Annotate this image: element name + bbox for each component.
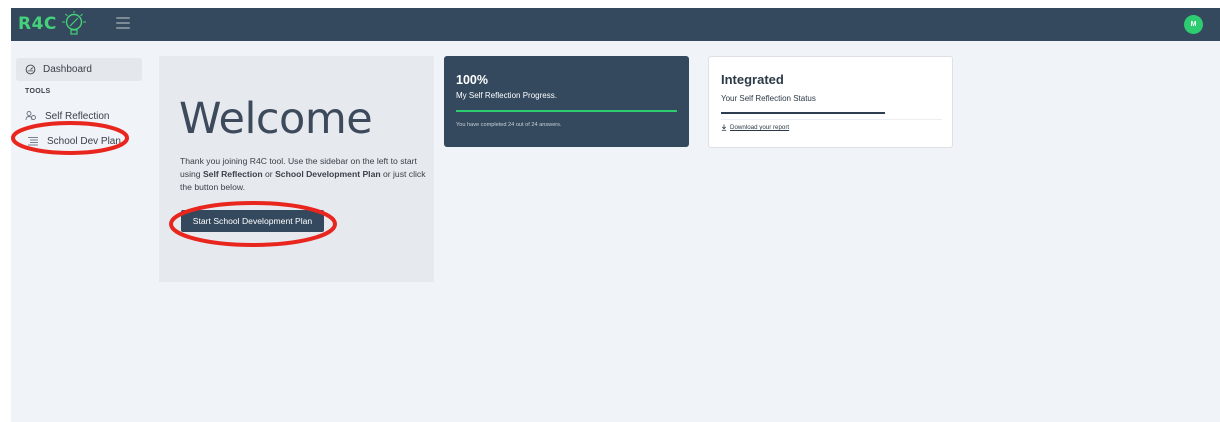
progress-subtitle: My Self Reflection Progress. <box>456 91 557 100</box>
sidebar-item-school-dev-plan[interactable]: School Dev Plan <box>27 133 121 149</box>
user-avatar[interactable]: M <box>1184 15 1203 34</box>
hamburger-menu-icon[interactable] <box>116 17 130 31</box>
school-development-plan-emphasis: School Development Plan <box>275 169 381 179</box>
self-reflection-emphasis: Self Reflection <box>202 169 263 179</box>
sidebar-item-self-reflection[interactable]: Self Reflection <box>25 108 109 124</box>
divider <box>721 119 942 120</box>
download-report-label: Download your report <box>730 124 790 131</box>
top-navbar: R4C M <box>11 8 1220 41</box>
progress-bar-fill <box>456 110 677 112</box>
self-reflection-progress-card: 100% My Self Reflection Progress. You ha… <box>444 56 689 147</box>
self-reflection-status-card: Integrated Your Self Reflection Status D… <box>708 56 953 148</box>
status-subtitle: Your Self Reflection Status <box>721 94 816 103</box>
sidebar-item-label: Self Reflection <box>45 110 110 122</box>
users-icon <box>25 111 36 121</box>
status-title: Integrated <box>721 72 784 87</box>
progress-note: You have completed 24 out of 24 answers. <box>456 122 562 128</box>
status-bar <box>721 112 885 114</box>
sidebar: Dashboard TOOLS Self Reflection School D… <box>11 41 151 422</box>
download-report-link[interactable]: Download your report <box>721 124 789 131</box>
progress-bar <box>456 110 677 112</box>
speedometer-icon <box>25 64 36 75</box>
sidebar-item-dashboard[interactable]: Dashboard <box>16 58 142 81</box>
progress-percent: 100% <box>456 73 488 87</box>
sidebar-item-label: Dashboard <box>43 64 92 75</box>
tools-section-heading: TOOLS <box>25 88 51 95</box>
logo-text: R4C <box>18 14 57 34</box>
welcome-text: Thank you joining R4C tool. Use the side… <box>180 155 430 194</box>
app-shell: R4C M Dashboard TOOLS Self Reflection Sc… <box>11 8 1220 422</box>
welcome-heading: Welcome <box>179 94 373 144</box>
welcome-card: Welcome Thank you joining R4C tool. Use … <box>159 56 434 282</box>
list-icon <box>28 137 38 146</box>
lightbulb-logo-icon <box>61 11 86 35</box>
app-logo[interactable]: R4C <box>18 11 88 37</box>
sidebar-item-label: School Dev Plan <box>47 135 121 147</box>
start-school-development-plan-button[interactable]: Start School Development Plan <box>181 210 324 232</box>
welcome-text-part: or <box>262 169 276 179</box>
download-icon <box>721 124 727 131</box>
